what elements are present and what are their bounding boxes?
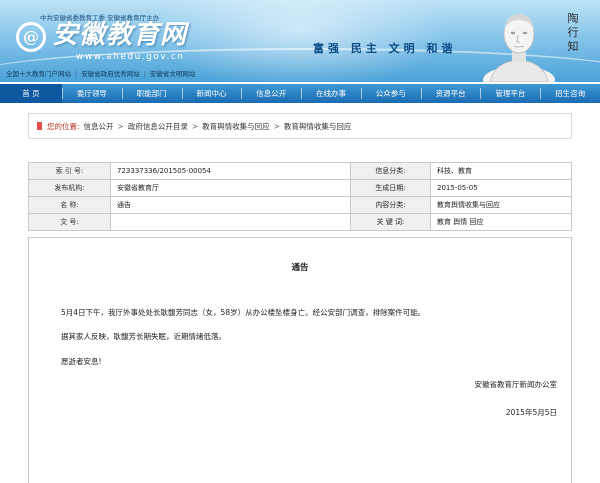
- breadcrumb-arrow-icon: >: [191, 121, 199, 131]
- breadcrumb-arrow-icon: >: [273, 121, 280, 131]
- breadcrumb-item[interactable]: 信息公开: [84, 121, 114, 132]
- breadcrumb-item[interactable]: 教育舆情收集与回应: [284, 121, 352, 132]
- meta-value: 通告: [110, 196, 351, 214]
- meta-key: 信息分类:: [350, 162, 431, 180]
- meta-key: 索 引 号:: [28, 162, 111, 180]
- quick-links: 全国十大教育门户网站 | 安徽省政府优秀网站 | 安徽省文明网站: [6, 68, 195, 78]
- meta-value: 科技、教育: [430, 162, 572, 180]
- meta-key: 文 号:: [28, 213, 111, 231]
- meta-value: 教育舆情收集与回应: [430, 196, 572, 214]
- meta-value: 教育 舆情 回应: [430, 213, 572, 231]
- portrait-bust-icon: [483, 14, 555, 82]
- meta-key: 关 键 词:: [350, 213, 431, 231]
- notice-paragraph: 5月4日下午，我厅外事处处长耿馥芳同志（女，58岁）从办公楼坠楼身亡。经公安部门…: [61, 308, 426, 317]
- site-logo-icon[interactable]: @: [16, 22, 46, 52]
- breadcrumb-label: 您的位置:: [47, 121, 80, 131]
- nav-item-online-service[interactable]: 在线办事: [301, 84, 361, 103]
- quick-link[interactable]: 安徽省文明网站: [150, 70, 196, 78]
- meta-value: 安徽省教育厅: [110, 179, 351, 197]
- quick-link[interactable]: 全国十大教育门户网站: [6, 70, 71, 78]
- main-nav: 首 页 委厅领导 职能部门 新闻中心 信息公开 在线办事 公众参与 资源平台 管…: [0, 84, 600, 103]
- table-row: 名 称: 通告 内容分类: 教育舆情收集与回应: [28, 196, 572, 214]
- notice-signature-date: 2015年5月5日: [505, 408, 557, 417]
- meta-value: 2015-05-05: [430, 179, 572, 197]
- site-logo-text[interactable]: 安徽教育网: [52, 20, 187, 50]
- meta-key: 发布机构:: [28, 179, 111, 197]
- notice-paragraph: 据其家人反映，耿馥芳长期失眠，近期情绪低落。: [61, 332, 226, 341]
- nav-item-public-participation[interactable]: 公众参与: [360, 84, 421, 103]
- nav-item-news[interactable]: 新闻中心: [181, 84, 242, 103]
- slogan: 富强 民主 文明 和谐: [313, 42, 457, 55]
- meta-key: 内容分类:: [350, 196, 431, 214]
- table-row: 文 号: 关 键 词: 教育 舆情 回应: [28, 213, 572, 231]
- breadcrumb-item[interactable]: 教育舆情收集与回应: [202, 121, 270, 132]
- notice-panel: 通告 5月4日下午，我厅外事处处长耿馥芳同志（女，58岁）从办公楼坠楼身亡。经公…: [28, 237, 572, 483]
- table-row: 索 引 号: 723337336/201505-00054 信息分类: 科技、教…: [28, 162, 572, 180]
- meta-value: 723337336/201505-00054: [110, 162, 351, 180]
- quick-link[interactable]: 安徽省政府优秀网站: [81, 70, 140, 78]
- nav-item-info-disclosure[interactable]: 信息公开: [241, 84, 301, 103]
- notice-paragraph: 愿逝者安息!: [61, 357, 102, 366]
- nav-item-home[interactable]: 首 页: [0, 84, 62, 103]
- document-meta-table: 索 引 号: 723337336/201505-00054 信息分类: 科技、教…: [28, 162, 572, 231]
- separator: |: [143, 70, 146, 78]
- nav-item-admissions[interactable]: 招生咨询: [540, 84, 600, 103]
- location-flag-icon: [37, 122, 42, 130]
- nav-item-leaders[interactable]: 委厅领导: [62, 84, 122, 103]
- meta-value: [110, 213, 351, 231]
- breadcrumb-item[interactable]: 政府信息公开目录: [128, 121, 188, 132]
- breadcrumb: 您的位置: 信息公开 > 政府信息公开目录 > 教育舆情收集与回应 > 教育舆情…: [28, 113, 572, 139]
- site-url: www.ahedu.gov.cn: [76, 52, 185, 62]
- meta-key: 生成日期:: [350, 179, 431, 197]
- breadcrumb-arrow-icon: >: [117, 121, 124, 131]
- nav-item-departments[interactable]: 职能部门: [121, 84, 182, 103]
- meta-key: 名 称:: [28, 196, 111, 214]
- separator: |: [75, 70, 78, 78]
- signature-text: 陶行知: [567, 12, 579, 53]
- table-row: 发布机构: 安徽省教育厅 生成日期: 2015-05-05: [28, 179, 572, 197]
- nav-item-management[interactable]: 管理平台: [480, 84, 540, 103]
- notice-title: 通告: [291, 263, 309, 273]
- notice-signature-org: 安徽省教育厅新闻办公室: [474, 380, 558, 389]
- nav-item-resources[interactable]: 资源平台: [420, 84, 481, 103]
